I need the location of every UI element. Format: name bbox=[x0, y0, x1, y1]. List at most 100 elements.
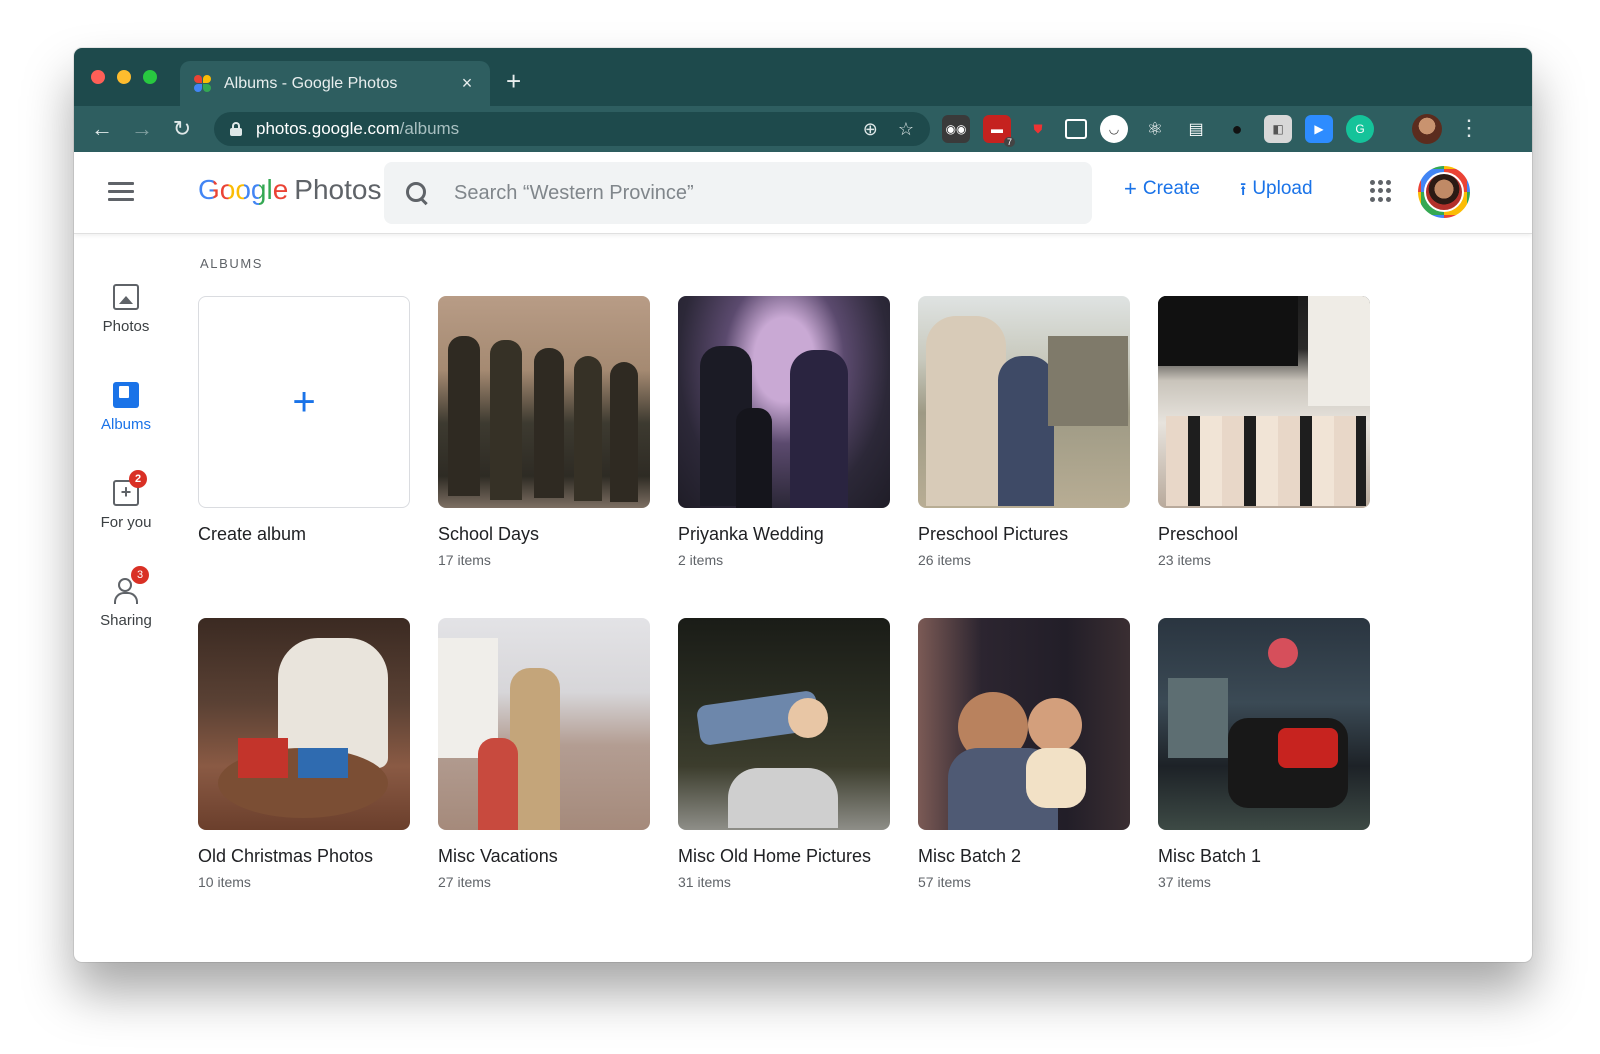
sidebar-item-for-you[interactable]: +2 For you bbox=[74, 470, 178, 531]
logo-google: Google bbox=[198, 174, 289, 205]
account-avatar[interactable] bbox=[1418, 166, 1470, 218]
album-card[interactable]: Old Christmas Photos 10 items bbox=[198, 618, 410, 890]
albums-icon bbox=[113, 382, 139, 408]
album-count: 57 items bbox=[918, 874, 971, 890]
album-card[interactable]: Preschool Pictures 26 items bbox=[918, 296, 1130, 568]
search-bar[interactable] bbox=[384, 162, 1092, 224]
album-card[interactable]: School Days 17 items bbox=[438, 296, 650, 568]
sidebar-item-label: Photos bbox=[102, 318, 150, 335]
grammarly-extension-icon[interactable]: G bbox=[1346, 115, 1374, 143]
url-path: /albums bbox=[399, 119, 460, 138]
upload-label: Upload bbox=[1252, 178, 1313, 199]
create-album-tile[interactable]: + Create album bbox=[198, 296, 410, 545]
album-cover-photo[interactable] bbox=[1158, 296, 1370, 508]
zoom-extension-icon[interactable]: ▶ bbox=[1305, 115, 1333, 143]
address-bar[interactable]: photos.google.com/albums ⊕ ☆ bbox=[214, 112, 930, 146]
sidebar-item-albums[interactable]: Albums bbox=[74, 382, 178, 433]
album-count: 27 items bbox=[438, 874, 491, 890]
album-count: 23 items bbox=[1158, 552, 1211, 568]
section-title: ALBUMS bbox=[200, 256, 264, 271]
album-card[interactable]: Misc Batch 1 37 items bbox=[1158, 618, 1370, 890]
create-album-cover[interactable]: + bbox=[198, 296, 410, 508]
notes-extension-icon[interactable]: ◧ bbox=[1264, 115, 1292, 143]
album-cover-photo[interactable] bbox=[678, 618, 890, 830]
tab-albums[interactable]: Albums - Google Photos × bbox=[180, 61, 490, 106]
incognito-extension-icon[interactable]: ◉◉ bbox=[942, 115, 970, 143]
sidebar-item-label: Sharing bbox=[100, 612, 152, 629]
url-host: photos.google.com bbox=[256, 119, 400, 138]
main-menu-icon[interactable] bbox=[108, 182, 134, 202]
album-count: 26 items bbox=[918, 552, 971, 568]
logo-photos: Photos bbox=[294, 174, 382, 205]
search-input[interactable] bbox=[454, 181, 1054, 205]
album-cover-photo[interactable] bbox=[678, 296, 890, 508]
browser-profile-avatar[interactable] bbox=[1412, 114, 1442, 144]
notification-badge: 2 bbox=[129, 470, 147, 488]
forward-button[interactable]: → bbox=[122, 116, 162, 142]
album-cover-photo[interactable] bbox=[918, 296, 1130, 508]
sidebar-item-label: Albums bbox=[100, 416, 152, 433]
album-card[interactable]: Misc Vacations 27 items bbox=[438, 618, 650, 890]
lock-icon[interactable] bbox=[230, 122, 242, 136]
album-title: Misc Old Home Pictures bbox=[678, 846, 872, 866]
album-cover-photo[interactable] bbox=[438, 618, 650, 830]
app-header: GooglePhotos + Create ⭱ Upload bbox=[74, 152, 1532, 234]
calendar-extension-icon[interactable]: ▬ 7 bbox=[983, 115, 1015, 147]
album-cover-photo[interactable] bbox=[438, 296, 650, 508]
tab-title: Albums - Google Photos bbox=[224, 74, 398, 92]
album-card[interactable]: Preschool 23 items bbox=[1158, 296, 1370, 568]
album-title: Misc Batch 1 bbox=[1158, 846, 1262, 866]
album-count: 10 items bbox=[198, 874, 251, 890]
react-extension-icon[interactable]: ⚛ bbox=[1141, 115, 1169, 143]
browser-toolbar: ← → ↻ photos.google.com/albums ⊕ ☆ ◉◉ ▬ 7… bbox=[74, 106, 1532, 152]
album-count: 17 items bbox=[438, 552, 491, 568]
create-button[interactable]: + Create bbox=[1124, 178, 1200, 200]
create-label: Create bbox=[1142, 178, 1200, 199]
browser-menu-icon[interactable]: ⋮ bbox=[1458, 116, 1480, 140]
album-title: School Days bbox=[438, 524, 540, 544]
notification-badge: 3 bbox=[131, 566, 149, 584]
album-card[interactable]: Misc Batch 2 57 items bbox=[918, 618, 1130, 890]
album-cover-photo[interactable] bbox=[198, 618, 410, 830]
octocat-extension-icon[interactable]: ● bbox=[1223, 115, 1251, 143]
new-tab-button[interactable]: + bbox=[506, 68, 521, 94]
for-you-icon: +2 bbox=[113, 470, 147, 506]
ublock-extension-icon[interactable]: ⛊ bbox=[1024, 115, 1052, 143]
google-photos-logo[interactable]: Google Photos bbox=[198, 174, 381, 206]
chat-extension-icon[interactable]: ▤ bbox=[1182, 115, 1210, 143]
album-card[interactable]: Misc Old Home Pictures 31 items bbox=[678, 618, 890, 890]
search-icon[interactable] bbox=[406, 182, 428, 204]
upload-button[interactable]: ⭱ Upload bbox=[1240, 178, 1313, 200]
tab-close-icon[interactable]: × bbox=[458, 73, 476, 94]
picture-in-picture-extension-icon[interactable] bbox=[1065, 119, 1087, 139]
upload-icon: ⭱ bbox=[1240, 179, 1247, 199]
create-album-label: Create album bbox=[198, 524, 307, 544]
browser-window: Albums - Google Photos × + ← → ↻ photos.… bbox=[74, 48, 1532, 962]
album-title: Preschool bbox=[1158, 524, 1239, 544]
sharing-icon: 3 bbox=[113, 566, 149, 604]
album-cover-photo[interactable] bbox=[1158, 618, 1370, 830]
google-photos-favicon-icon bbox=[194, 74, 212, 93]
album-title: Priyanka Wedding bbox=[678, 524, 824, 544]
sidebar-item-photos[interactable]: Photos bbox=[74, 284, 178, 335]
extensions-bar: ◉◉ ▬ 7 ⛊ ◡ ⚛ ▤ ● ◧ ▶ G bbox=[942, 115, 1374, 147]
sidebar-item-label: For you bbox=[100, 514, 152, 531]
album-title: Misc Vacations bbox=[438, 846, 558, 866]
album-card[interactable]: Priyanka Wedding 2 items bbox=[678, 296, 890, 568]
album-title: Old Christmas Photos bbox=[198, 846, 374, 866]
google-apps-icon[interactable] bbox=[1370, 180, 1392, 202]
minimize-window-button[interactable] bbox=[117, 70, 131, 84]
zoom-window-button[interactable] bbox=[143, 70, 157, 84]
side-navigation: Photos Albums +2 For you 3 Sharing bbox=[74, 234, 178, 962]
close-window-button[interactable] bbox=[91, 70, 105, 84]
install-app-icon[interactable]: ⊕ bbox=[863, 119, 878, 140]
reload-button[interactable]: ↻ bbox=[162, 116, 202, 142]
bookmark-star-icon[interactable]: ☆ bbox=[898, 119, 914, 140]
plus-icon: + bbox=[292, 379, 316, 424]
album-count: 37 items bbox=[1158, 874, 1211, 890]
sidebar-item-sharing[interactable]: 3 Sharing bbox=[74, 566, 178, 629]
photo-icon bbox=[113, 284, 139, 310]
back-button[interactable]: ← bbox=[82, 116, 122, 142]
album-cover-photo[interactable] bbox=[918, 618, 1130, 830]
cat-extension-icon[interactable]: ◡ bbox=[1100, 115, 1128, 143]
